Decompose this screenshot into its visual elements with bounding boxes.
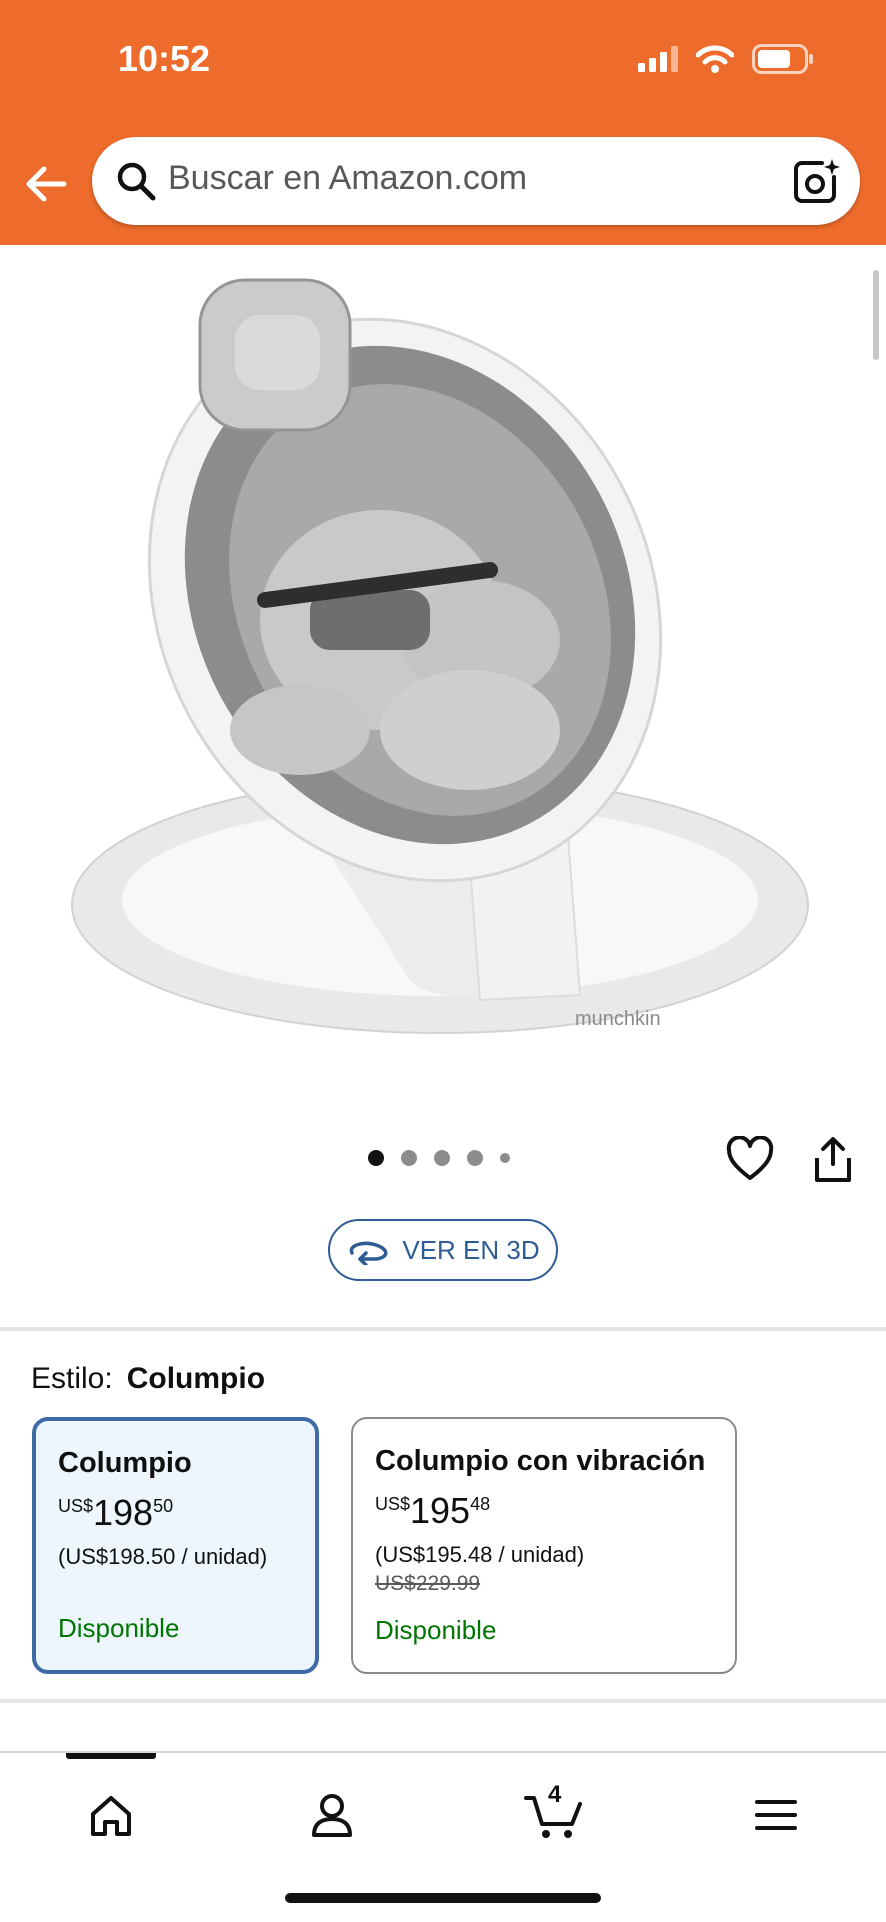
style-label: Estilo: bbox=[31, 1362, 113, 1395]
search-bar[interactable]: Buscar en Amazon.com bbox=[92, 137, 860, 225]
search-input[interactable]: Buscar en Amazon.com bbox=[168, 159, 527, 198]
wifi-icon bbox=[696, 45, 734, 73]
heart-icon[interactable] bbox=[726, 1136, 774, 1184]
menu-icon bbox=[755, 1800, 797, 1830]
view-3d-button[interactable]: VER EN 3D bbox=[328, 1219, 558, 1281]
share-icon[interactable] bbox=[809, 1136, 857, 1184]
battery-icon bbox=[752, 44, 813, 74]
list-price: US$229.99 bbox=[375, 1572, 481, 1595]
active-tab-indicator bbox=[66, 1753, 156, 1759]
price-currency: US$ bbox=[58, 1496, 94, 1516]
availability: Disponible bbox=[375, 1615, 497, 1645]
nav-menu[interactable] bbox=[746, 1785, 806, 1845]
cart-count: 4 bbox=[548, 1781, 562, 1808]
brand-mark: munchkin bbox=[575, 1008, 661, 1030]
carousel-dot[interactable] bbox=[434, 1150, 450, 1166]
option-price: US$ 198 50 bbox=[58, 1492, 293, 1534]
search-icon bbox=[117, 162, 156, 201]
unit-price: (US$198.50 / unidad) bbox=[58, 1544, 268, 1569]
style-option-columpio[interactable]: Columpio US$ 198 50 (US$198.50 / unidad)… bbox=[32, 1417, 319, 1674]
option-price: US$ 195 48 bbox=[375, 1490, 713, 1532]
scrollbar[interactable] bbox=[873, 270, 879, 360]
carousel-indicator bbox=[368, 1150, 510, 1166]
price-whole: 198 bbox=[93, 1492, 154, 1533]
price-fraction: 50 bbox=[153, 1496, 174, 1516]
price-fraction: 48 bbox=[470, 1494, 491, 1514]
carousel-dot[interactable] bbox=[401, 1150, 417, 1166]
carousel-dot[interactable] bbox=[467, 1150, 483, 1166]
signal-icon bbox=[638, 46, 678, 72]
home-icon bbox=[91, 1796, 131, 1836]
price-currency: US$ bbox=[375, 1494, 411, 1514]
camera-search-icon[interactable] bbox=[792, 157, 840, 205]
availability: Disponible bbox=[58, 1613, 180, 1643]
home-indicator[interactable] bbox=[285, 1893, 601, 1903]
style-value: Columpio bbox=[126, 1362, 266, 1395]
nav-cart[interactable]: 4 bbox=[524, 1781, 584, 1845]
carousel-dot[interactable] bbox=[500, 1153, 510, 1163]
style-option-columpio-con-vibracion[interactable]: Columpio con vibración US$ 195 48 (US$19… bbox=[351, 1417, 737, 1674]
person-icon bbox=[312, 1794, 352, 1837]
price-whole: 195 bbox=[410, 1490, 471, 1531]
status-icons bbox=[638, 44, 814, 74]
nav-account[interactable] bbox=[302, 1785, 362, 1845]
option-title: Columpio con vibración bbox=[375, 1445, 706, 1477]
view-3d-label: VER EN 3D bbox=[402, 1234, 540, 1265]
style-heading: Estilo: Columpio bbox=[31, 1362, 265, 1396]
rotate-3d-icon bbox=[350, 1241, 388, 1265]
back-arrow-icon[interactable] bbox=[20, 158, 72, 210]
carousel-dot[interactable] bbox=[368, 1150, 384, 1166]
section-divider bbox=[0, 1327, 886, 1331]
product-image[interactable]: munchkin bbox=[40, 260, 840, 1080]
option-title: Columpio bbox=[58, 1447, 192, 1479]
status-time: 10:52 bbox=[118, 38, 211, 79]
header-bar: 10:52 Buscar en Amazon.com bbox=[0, 0, 886, 245]
section-divider bbox=[0, 1699, 886, 1703]
unit-price: (US$195.48 / unidad) bbox=[375, 1542, 585, 1567]
nav-home[interactable] bbox=[81, 1785, 141, 1845]
